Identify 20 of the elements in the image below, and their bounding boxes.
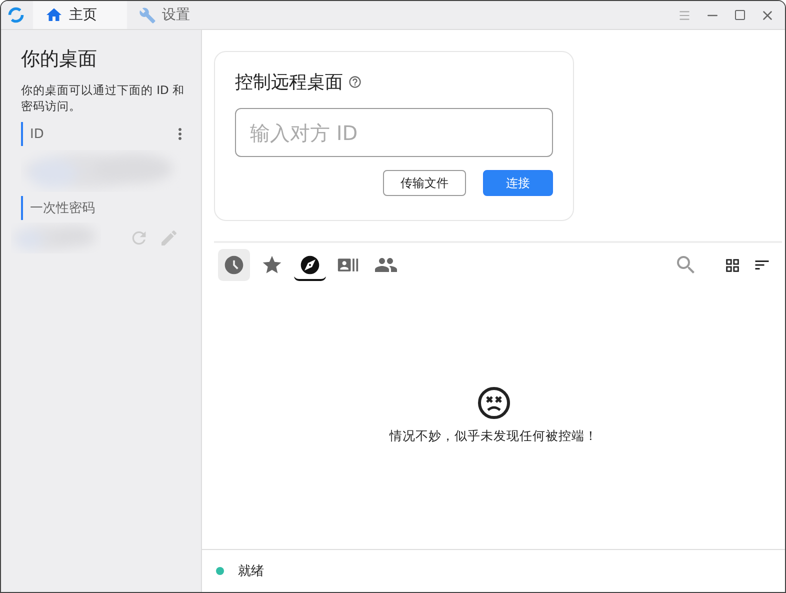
tab[interactable]: 设置 [127, 1, 221, 29]
home-icon [45, 6, 63, 24]
password-label: 一次性密码 [21, 196, 181, 220]
transfer-button[interactable]: 传输文件 [383, 170, 466, 196]
maximize-icon[interactable] [734, 9, 746, 21]
clock-icon[interactable] [218, 249, 250, 281]
sad-face-icon [476, 386, 510, 420]
help-icon[interactable] [348, 75, 362, 89]
logo-icon [7, 6, 25, 24]
grid-icon[interactable] [724, 256, 741, 274]
card-title: 控制远程桌面 [235, 71, 343, 94]
id-label: ID [21, 122, 181, 146]
empty-message: 情况不妙，似乎未发现任何被控端！ [390, 428, 598, 444]
sidebar-title: 你的桌面 [21, 47, 98, 72]
id-input-field[interactable]: 输入对方 ID [235, 108, 553, 157]
sidebar-description: 你的桌面可以通过下面的 ID 和密码访问。 [21, 82, 186, 114]
tab[interactable]: 主页 [33, 1, 127, 29]
wrench-icon [139, 6, 156, 24]
connect-button[interactable]: 连接 [483, 170, 553, 196]
status-text: 就绪 [238, 563, 264, 580]
